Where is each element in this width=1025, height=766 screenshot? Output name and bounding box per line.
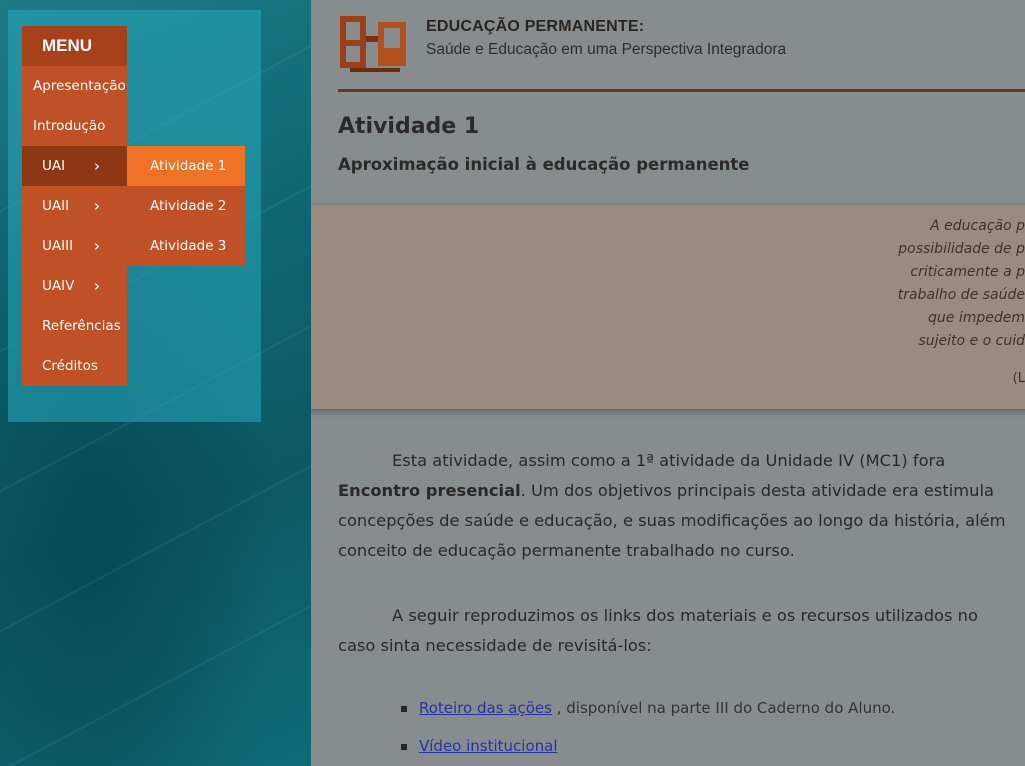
menu-item-creditos[interactable]: Créditos: [22, 346, 127, 386]
quote-citation: (L: [1012, 371, 1025, 386]
menu-item-introducao[interactable]: Introdução: [22, 106, 127, 146]
paragraph-text: . Um dos objetivos principais desta ativ…: [520, 481, 994, 500]
menu-item-uaii[interactable]: UAII ›: [22, 186, 127, 226]
link-video-institucional[interactable]: Vídeo institucional: [419, 737, 558, 755]
menu-title: MENU: [22, 26, 127, 66]
menu-item-apresentacao[interactable]: Apresentação: [22, 66, 127, 106]
quote-line: trabalho de saúde: [897, 287, 1025, 303]
main-content: EDUCAÇÃO PERMANENTE: Saúde e Educação em…: [311, 0, 1025, 766]
header-divider: [338, 89, 1025, 92]
menu-item-uai[interactable]: UAI ›: [22, 146, 127, 186]
logo-icon: [340, 16, 406, 72]
paragraph-1: Esta atividade, assim como a 1ª atividad…: [338, 446, 1025, 566]
main-menu: MENU Apresentação Introdução UAI › UAII …: [22, 26, 127, 386]
paragraph-2: A seguir reproduzimos os links dos mater…: [338, 601, 1025, 661]
quote-line: possibilidade de p: [898, 241, 1025, 257]
menu-item-label: UAIV: [42, 278, 75, 294]
site-title: EDUCAÇÃO PERMANENTE:: [426, 18, 645, 35]
submenu-item-label: Atividade 2: [150, 198, 227, 214]
menu-item-label: Referências: [42, 318, 121, 334]
menu-item-uaiv[interactable]: UAIV ›: [22, 266, 127, 306]
menu-item-label: UAII: [42, 198, 70, 214]
submenu-item-label: Atividade 3: [150, 238, 227, 254]
menu-item-label: UAIII: [42, 238, 74, 254]
list-item: Roteiro das ações , disponível na parte …: [400, 698, 896, 736]
paragraph-line: A seguir reproduzimos os links dos mater…: [392, 606, 978, 625]
paragraph-line: Esta atividade, assim como a 1ª atividad…: [392, 451, 946, 470]
menu-item-uaiii[interactable]: UAIII ›: [22, 226, 127, 266]
menu-item-label: UAI: [42, 158, 66, 174]
submenu-item-atividade-3[interactable]: Atividade 3: [127, 226, 245, 266]
chevron-right-icon: ›: [94, 197, 100, 215]
list-item: Vídeo institucional: [400, 736, 895, 766]
submenu-item-label: Atividade 1: [150, 158, 227, 174]
menu-item-label: Créditos: [42, 358, 98, 374]
quote-line: A educação p: [930, 218, 1025, 234]
menu-item-label: Apresentação: [33, 78, 126, 94]
submenu-uai: Atividade 1 Atividade 2 Atividade 3: [127, 146, 245, 266]
list-item-text: , disponível na parte III do Caderno do …: [551, 699, 896, 717]
page-title: Atividade 1: [338, 114, 480, 139]
paragraph-line: Encontro presencial. Um dos objetivos pr…: [338, 476, 1025, 506]
quote-line: sujeito e o cuid: [918, 333, 1025, 349]
chevron-right-icon: ›: [94, 237, 100, 255]
resource-list: Roteiro das ações , disponível na parte …: [400, 698, 896, 766]
paragraph-line: caso sinta necessidade de revisitá-los:: [338, 636, 652, 655]
menu-item-label: Introdução: [33, 118, 106, 134]
quote-line: criticamente a p: [910, 264, 1025, 280]
menu-item-referencias[interactable]: Referências: [22, 306, 127, 346]
submenu-item-atividade-1[interactable]: Atividade 1: [127, 146, 245, 186]
quote-line: que impedem: [928, 310, 1025, 326]
bold-text: Encontro presencial: [338, 481, 521, 500]
chevron-right-icon: ›: [94, 157, 100, 175]
chevron-right-icon: ›: [94, 277, 100, 295]
paragraph-line: concepções de saúde e educação, e suas m…: [338, 511, 1006, 530]
link-roteiro-das-acoes[interactable]: Roteiro das ações: [419, 699, 552, 717]
quote-block: A educação p possibilidade de p criticam…: [311, 205, 1025, 409]
paragraph-line: conceito de educação permanente trabalha…: [338, 541, 795, 560]
site-subtitle: Saúde e Educação em uma Perspectiva Inte…: [426, 41, 787, 58]
submenu-item-atividade-2[interactable]: Atividade 2: [127, 186, 245, 226]
page-subtitle: Aproximação inicial à educação permanent…: [338, 155, 750, 174]
